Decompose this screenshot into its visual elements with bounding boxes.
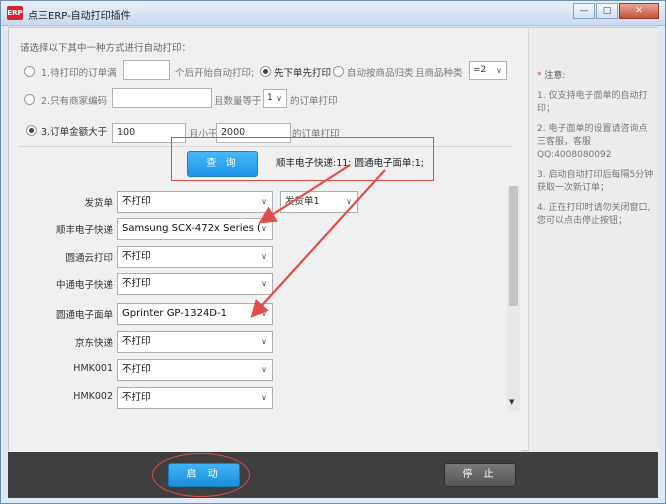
maximize-icon[interactable]: □ — [596, 3, 618, 19]
annotation-ellipse — [152, 453, 250, 497]
note-item: 4. 正在打印时请勿关闭窗口,您可以点击停止按钮； — [537, 203, 651, 226]
printer-row-zto: 中通电子快递 不打印 ∨ — [18, 273, 488, 295]
printer-row-jd: 京东快递 不打印 ∨ — [18, 331, 488, 353]
app-window: ERP 点三ERP-自动打印插件 — □ ✕ 请选择以下其中一种方式进行自动打印… — [0, 0, 666, 504]
note-item: 2. 电子面单的设置请咨询点三客服，客服QQ:4008080092 — [537, 124, 648, 160]
chevron-down-icon: ∨ — [261, 393, 267, 402]
app-logo-icon: ERP — [7, 6, 23, 20]
printer-row-yto-waybill: 圆通电子面单 Gprinter GP-1324D-1 ∨ — [18, 303, 488, 325]
client-area: 请选择以下其中一种方式进行自动打印： 1.待打印的订单满 个后开始自动打印; 先… — [8, 27, 659, 452]
printer-select[interactable]: 不打印 ∨ — [117, 387, 273, 409]
radio-group-by-product[interactable] — [333, 66, 344, 77]
printer-select[interactable]: 不打印 ∨ — [117, 359, 273, 381]
printer-row-hmk001: HMK001 不打印 ∨ — [18, 359, 488, 381]
printer-label: 圆通云打印 — [65, 253, 113, 264]
minimize-icon[interactable]: — — [573, 3, 595, 19]
option2-suffix: 的订单打印 — [290, 96, 338, 107]
quantity-label: 且数量等于 — [214, 96, 262, 107]
printer-list-scrollbar[interactable]: ▼ — [507, 186, 520, 411]
chevron-down-icon: ∨ — [261, 224, 267, 233]
scrollbar-thumb[interactable] — [509, 186, 518, 306]
quantity-select[interactable]: 1 ∨ — [263, 89, 287, 108]
radio-option1[interactable] — [24, 66, 35, 77]
chevron-down-icon: ∨ — [276, 94, 282, 103]
chevron-down-icon: ∨ — [261, 197, 267, 206]
printer-select[interactable]: 不打印 ∨ — [117, 191, 273, 213]
radio-option3[interactable] — [26, 125, 37, 136]
notes-panel: * 注意: 1. 仅支持电子面单的自动打印； 2. 电子面单的设置请咨询点三客服… — [528, 28, 659, 452]
settings-panel: 请选择以下其中一种方式进行自动打印： 1.待打印的订单满 个后开始自动打印; 先… — [9, 28, 521, 452]
option2-label: 2.只有商家编码 — [41, 96, 108, 107]
printer-select[interactable]: Samsung SCX-472x Series (∨ — [117, 218, 273, 240]
window-title: 点三ERP-自动打印插件 — [28, 11, 131, 22]
chevron-down-icon: ∨ — [261, 365, 267, 374]
invoice-template-select[interactable]: 发货单1 ∨ — [280, 191, 358, 213]
product-kind-label: 且商品种类 — [415, 68, 463, 79]
close-icon[interactable]: ✕ — [619, 3, 659, 19]
chevron-down-icon: ∨ — [261, 337, 267, 346]
chevron-down-icon: ∨ — [346, 197, 352, 206]
annotation-box — [171, 137, 434, 181]
printer-label: 中通电子快递 — [55, 280, 113, 291]
note-item: 1. 仅支持电子面单的自动打印； — [537, 91, 648, 114]
footer-bar: 启 动 停 止 — [8, 452, 658, 498]
printer-select[interactable]: Gprinter GP-1324D-1 ∨ — [117, 303, 273, 325]
option1-suffix: 个后开始自动打印; — [175, 68, 255, 79]
printer-label: 发货单 — [84, 198, 113, 209]
product-kind-select[interactable]: =2 ∨ — [469, 61, 507, 80]
printer-row-sf: 顺丰电子快递 Samsung SCX-472x Series (∨ — [18, 218, 488, 240]
group-by-product-label: 自动按商品归类 — [347, 68, 414, 79]
title-bar: ERP 点三ERP-自动打印插件 — □ ✕ — [1, 1, 665, 26]
printer-label: HMK002 — [73, 391, 113, 402]
chevron-down-icon: ∨ — [261, 279, 267, 288]
chevron-down-icon: ∨ — [261, 252, 267, 261]
notes-title: 注意: — [544, 71, 566, 81]
printer-select[interactable]: 不打印 ∨ — [117, 331, 273, 353]
merchant-code-input[interactable] — [112, 88, 212, 108]
instruction-text: 请选择以下其中一种方式进行自动打印： — [20, 43, 192, 54]
printer-label: 顺丰电子快递 — [55, 225, 113, 236]
option1-count-input[interactable] — [123, 60, 170, 80]
printer-row-yto-cloud: 圆通云打印 不打印 ∨ — [18, 246, 488, 268]
printer-row-hmk002: HMK002 不打印 ∨ — [18, 387, 488, 409]
printer-label: 圆通电子面单 — [55, 310, 113, 321]
chevron-down-icon: ∨ — [261, 309, 267, 318]
option1-label: 1.待打印的订单满 — [41, 68, 117, 79]
chevron-down-icon: ∨ — [496, 66, 502, 75]
asterisk-icon: * — [537, 71, 542, 81]
scroll-down-icon[interactable]: ▼ — [509, 398, 514, 406]
printer-label: 京东快递 — [74, 338, 113, 349]
stop-button[interactable]: 停 止 — [444, 463, 516, 487]
printer-select[interactable]: 不打印 ∨ — [117, 246, 273, 268]
radio-first-order-first[interactable] — [260, 66, 271, 77]
note-item: 3. 启动自动打印后每隔5分钟获取一次新订单； — [537, 170, 654, 193]
radio-option2[interactable] — [24, 94, 35, 105]
printer-row-invoice: 发货单 不打印 ∨ 发货单1 ∨ — [18, 191, 488, 213]
option3-label: 3.订单金额大于 — [41, 127, 108, 138]
printer-select[interactable]: 不打印 ∨ — [117, 273, 273, 295]
printer-list: 发货单 不打印 ∨ 发货单1 ∨ 顺丰电子快递 Samsung SCX-472x S… — [18, 186, 513, 451]
printer-label: HMK001 — [73, 363, 113, 374]
first-order-first-label: 先下单先打印 — [274, 68, 332, 79]
